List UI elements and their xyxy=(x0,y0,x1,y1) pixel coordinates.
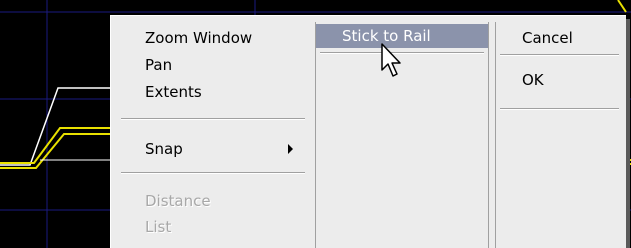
menu-separator xyxy=(500,108,619,110)
menu-item-cancel[interactable]: Cancel xyxy=(496,26,623,50)
mouse-pointer-icon xyxy=(381,43,401,77)
context-menu: Zoom Window Pan Extents Snap Distance Li… xyxy=(110,15,626,248)
menu-item-distance[interactable]: Distance xyxy=(117,189,309,213)
menu-item-pan[interactable]: Pan xyxy=(117,53,309,77)
menu-column-view: Zoom Window Pan Extents Snap Distance Li… xyxy=(117,22,309,248)
submenu-arrow-icon xyxy=(288,144,293,154)
menu-item-list[interactable]: List xyxy=(117,215,309,239)
menu-item-snap[interactable]: Snap xyxy=(117,137,309,161)
menu-item-snap-label: Snap xyxy=(145,140,183,158)
menu-separator xyxy=(500,54,619,56)
menu-item-ok[interactable]: OK xyxy=(496,68,623,92)
menu-separator xyxy=(121,118,305,120)
menu-separator xyxy=(121,172,305,174)
menu-column-actions: Cancel OK xyxy=(495,22,623,248)
menu-item-extents[interactable]: Extents xyxy=(117,80,309,104)
menu-item-zoom-window[interactable]: Zoom Window xyxy=(117,26,309,50)
